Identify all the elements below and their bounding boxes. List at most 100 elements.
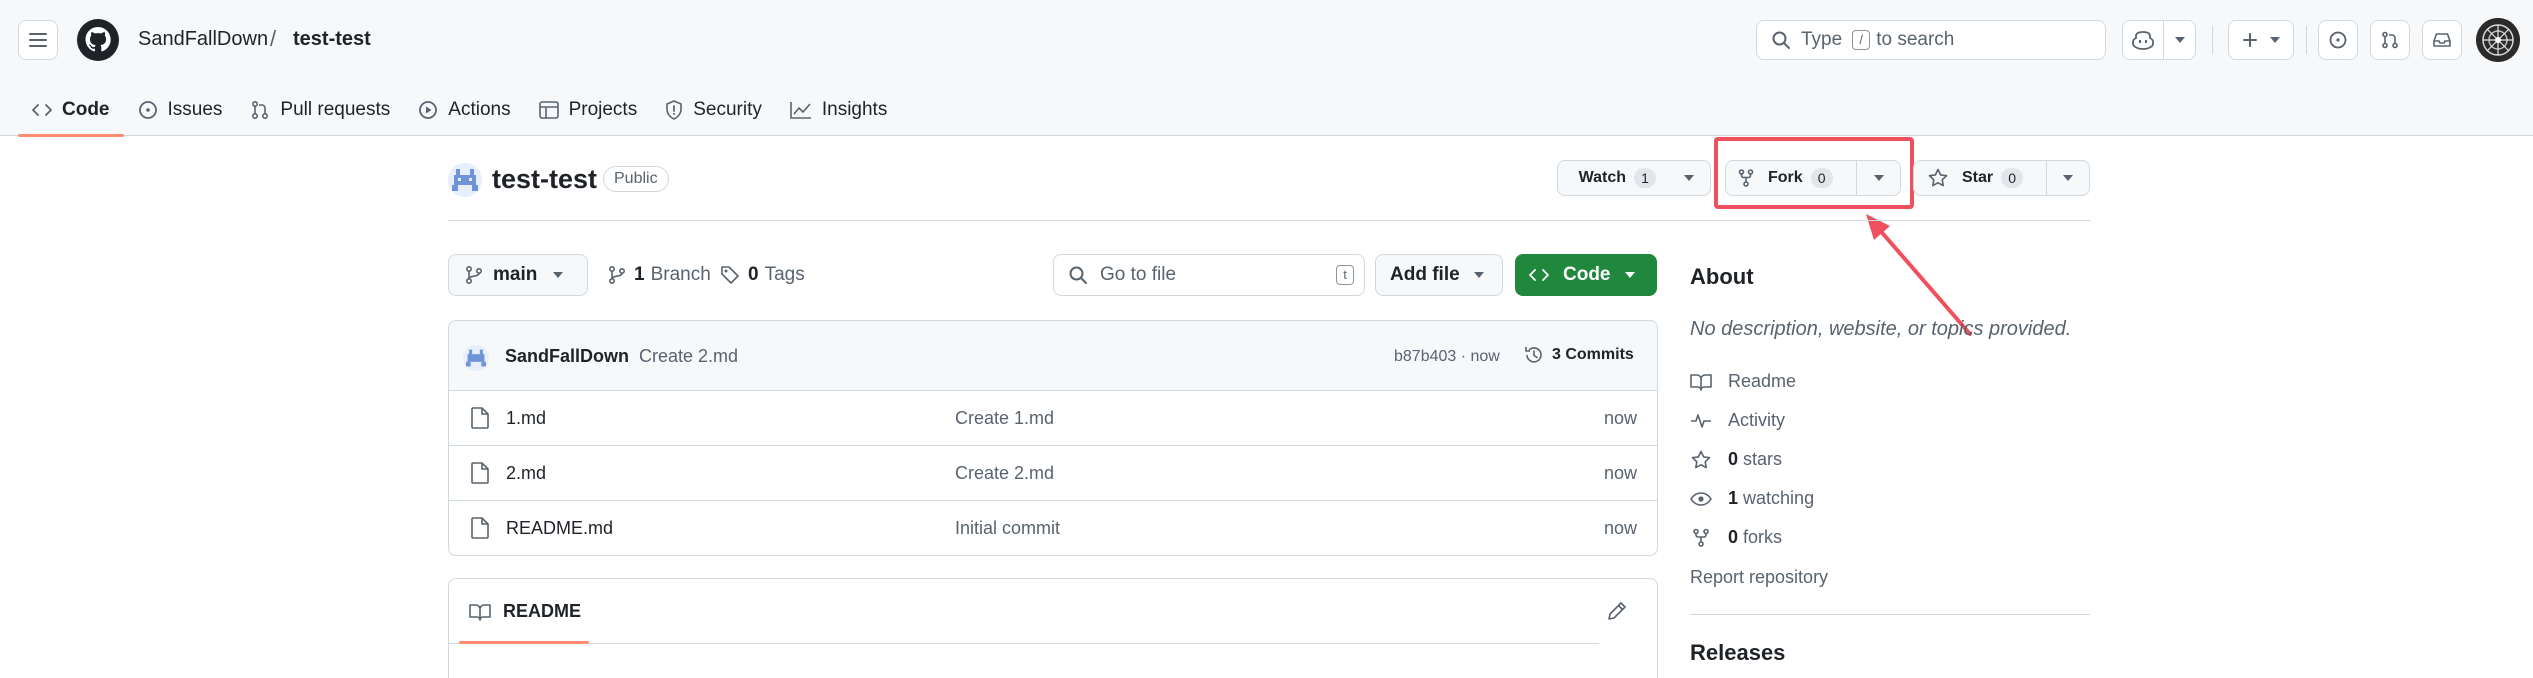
watch-dropdown-button[interactable] bbox=[1668, 161, 1710, 195]
file-name[interactable]: README.md bbox=[506, 518, 613, 539]
about-forks-label: forks bbox=[1743, 527, 1783, 547]
copilot-button[interactable] bbox=[2122, 20, 2196, 60]
watch-button[interactable]: Watch 1 bbox=[1558, 161, 1668, 195]
about-stars-link[interactable]: 0 stars bbox=[1690, 449, 1782, 470]
search-input[interactable]: Type / to search bbox=[1756, 20, 2106, 60]
fork-icon bbox=[1693, 528, 1709, 547]
branches-label: Branch bbox=[650, 264, 711, 285]
plus-icon bbox=[2243, 33, 2257, 47]
report-repository-link[interactable]: Report repository bbox=[1690, 567, 1828, 588]
file-time: now bbox=[1603, 408, 1637, 428]
tab-projects[interactable]: Projects bbox=[525, 84, 652, 136]
code-icon bbox=[32, 104, 52, 116]
file-name[interactable]: 2.md bbox=[506, 463, 546, 484]
file-row[interactable]: 1.md Create 1.md now bbox=[449, 391, 1657, 446]
star-dropdown-button[interactable] bbox=[2045, 161, 2089, 195]
pulse-icon bbox=[1691, 413, 1711, 428]
readme-tab[interactable]: README bbox=[469, 601, 581, 622]
chevron-down-icon[interactable] bbox=[2164, 37, 2195, 43]
tab-actions[interactable]: Actions bbox=[404, 84, 524, 136]
about-forks-link[interactable]: 0 forks bbox=[1690, 527, 1782, 548]
title-divider bbox=[448, 220, 2090, 221]
watch-label: Watch bbox=[1578, 169, 1626, 186]
repo-title[interactable]: test-test bbox=[492, 164, 597, 195]
about-activity-label: Activity bbox=[1728, 410, 1786, 430]
about-readme-link[interactable]: Readme bbox=[1690, 371, 1796, 392]
file-commit-message[interactable]: Create 2.md bbox=[955, 463, 1054, 484]
graph-icon bbox=[790, 102, 811, 119]
chevron-down-icon bbox=[1624, 272, 1635, 278]
tab-pull-requests[interactable]: Pull requests bbox=[236, 84, 404, 136]
about-description: No description, website, or topics provi… bbox=[1690, 318, 2072, 340]
file-name[interactable]: 1.md bbox=[506, 408, 546, 429]
file-icon bbox=[471, 462, 489, 484]
branch-selector[interactable]: main bbox=[448, 254, 588, 296]
readme-divider bbox=[449, 643, 1599, 644]
star-icon bbox=[1691, 450, 1711, 468]
about-readme-label: Readme bbox=[1728, 371, 1797, 391]
inbox-button[interactable] bbox=[2422, 20, 2462, 60]
repo-tabs: Code Issues Pull requests Actions Projec… bbox=[18, 84, 901, 137]
chevron-down-icon bbox=[2062, 175, 2073, 181]
file-commit-message[interactable]: Create 1.md bbox=[955, 408, 1054, 429]
tab-security[interactable]: Security bbox=[651, 84, 776, 136]
issues-button[interactable] bbox=[2318, 20, 2358, 60]
go-to-file-shortcut-key: t bbox=[1336, 265, 1354, 285]
commit-sha-time[interactable]: b87b403 · now bbox=[1394, 348, 1500, 366]
file-browser: SandFallDown Create 2.md b87b403 · now 3… bbox=[448, 320, 1658, 556]
readme-panel: README bbox=[448, 578, 1658, 678]
file-row[interactable]: 2.md Create 2.md now bbox=[449, 446, 1657, 501]
file-commit-message[interactable]: Initial commit bbox=[955, 518, 1060, 539]
repo-owner-avatar[interactable] bbox=[448, 163, 482, 197]
tag-icon bbox=[721, 266, 739, 284]
commit-author[interactable]: SandFallDown bbox=[505, 346, 629, 367]
tab-insights[interactable]: Insights bbox=[776, 84, 901, 136]
star-button[interactable]: Star 0 bbox=[1914, 161, 2046, 195]
watch-button-group: Watch 1 bbox=[1557, 160, 1711, 196]
play-icon bbox=[419, 101, 438, 119]
branches-link[interactable]: 1 Branch bbox=[608, 264, 711, 286]
table-icon bbox=[538, 101, 559, 119]
tab-issues[interactable]: Issues bbox=[124, 84, 237, 136]
eye-icon bbox=[1690, 491, 1712, 506]
about-activity-link[interactable]: Activity bbox=[1690, 410, 1785, 431]
releases-title[interactable]: Releases bbox=[1690, 640, 1785, 666]
star-label: Star bbox=[1962, 169, 1994, 186]
search-icon bbox=[1772, 31, 1790, 49]
about-stars-label: stars bbox=[1743, 449, 1783, 469]
repo-link[interactable]: test-test bbox=[293, 28, 371, 51]
menu-button[interactable] bbox=[18, 20, 58, 60]
book-icon bbox=[469, 603, 491, 621]
hamburger-icon bbox=[29, 33, 47, 47]
user-avatar[interactable] bbox=[2476, 18, 2520, 62]
add-file-button[interactable]: Add file bbox=[1375, 254, 1503, 296]
search-icon bbox=[1069, 266, 1087, 284]
visibility-badge: Public bbox=[603, 166, 669, 192]
file-row[interactable]: README.md Initial commit now bbox=[449, 501, 1657, 555]
tab-code[interactable]: Code bbox=[18, 84, 124, 137]
search-placeholder-prefix: Type bbox=[1801, 29, 1843, 50]
shield-icon bbox=[666, 100, 683, 120]
tags-link[interactable]: 0 Tags bbox=[720, 264, 805, 286]
tab-label: Issues bbox=[167, 99, 223, 120]
history-icon bbox=[1525, 347, 1542, 363]
commits-history-link[interactable]: 3 Commits bbox=[1524, 345, 1634, 365]
about-watching-link[interactable]: 1 watching bbox=[1690, 488, 1814, 509]
pull-requests-button[interactable] bbox=[2370, 20, 2410, 60]
tab-label: Pull requests bbox=[280, 99, 391, 120]
copilot-icon bbox=[2123, 30, 2163, 50]
commit-message[interactable]: Create 2.md bbox=[639, 346, 738, 367]
go-to-file-input[interactable]: Go to file t bbox=[1053, 254, 1365, 296]
chevron-down-icon bbox=[553, 272, 564, 278]
code-button[interactable]: Code bbox=[1515, 254, 1657, 296]
pull-request-icon bbox=[252, 100, 269, 120]
file-icon bbox=[471, 407, 489, 429]
commit-author-avatar[interactable] bbox=[463, 345, 489, 371]
github-logo-icon[interactable] bbox=[76, 18, 120, 62]
pencil-icon[interactable] bbox=[1605, 599, 1629, 623]
header-divider bbox=[2212, 26, 2213, 54]
owner-link[interactable]: SandFallDown bbox=[138, 28, 268, 51]
file-time: now bbox=[1603, 463, 1637, 483]
create-new-button[interactable] bbox=[2228, 20, 2294, 60]
commits-count-label: 3 Commits bbox=[1552, 346, 1634, 363]
